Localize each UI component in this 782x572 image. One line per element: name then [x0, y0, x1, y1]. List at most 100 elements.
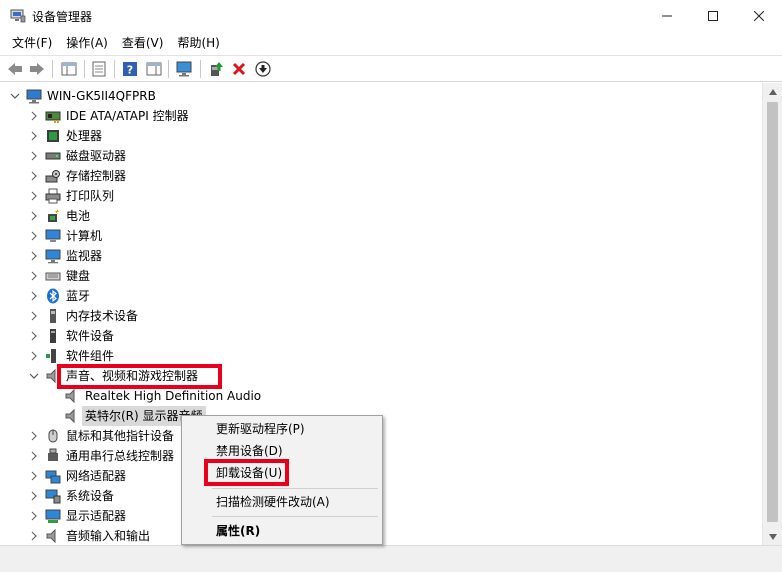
toolbar: ?: [0, 55, 782, 82]
update-driver-icon[interactable]: [205, 59, 227, 79]
enable-device-download-icon[interactable]: [252, 59, 274, 79]
chevron-right-icon[interactable]: [28, 250, 40, 262]
scroll-down-icon[interactable]: [763, 528, 782, 545]
tree-category-label: 软件设备: [66, 329, 115, 343]
tree-category[interactable]: 蓝牙: [0, 286, 760, 306]
chevron-right-icon[interactable]: [28, 530, 40, 542]
tree-category[interactable]: 磁盘驱动器: [0, 146, 760, 166]
tree-category[interactable]: 打印队列: [0, 186, 760, 206]
tree-category-label: 内存技术设备: [66, 309, 139, 323]
chevron-right-icon[interactable]: [28, 490, 40, 502]
update-driver-menu-item[interactable]: 更新驱动程序(P): [182, 419, 382, 440]
device-manager-app-icon: [10, 9, 26, 23]
forward-arrow-icon[interactable]: [26, 59, 48, 79]
usb-icon: [45, 448, 61, 464]
tree-category-label: 音频输入和输出: [66, 529, 151, 543]
chevron-right-icon[interactable]: [28, 110, 40, 122]
chevron-right-icon[interactable]: [28, 470, 40, 482]
menu-file[interactable]: 文件(F): [5, 32, 59, 54]
tree-device[interactable]: Realtek High Definition Audio: [0, 386, 760, 406]
help-icon[interactable]: ?: [119, 59, 141, 79]
chevron-right-icon[interactable]: [28, 310, 40, 322]
tree-category-label: 鼠标和其他指针设备: [66, 429, 175, 443]
tree-category[interactable]: 电池: [0, 206, 760, 226]
tree-category[interactable]: 监视器: [0, 246, 760, 266]
minimize-button[interactable]: [644, 0, 690, 32]
chevron-right-icon[interactable]: [28, 210, 40, 222]
tree-category-label: 处理器: [66, 129, 103, 143]
chevron-right-icon[interactable]: [28, 270, 40, 282]
disk-drive-icon: [45, 148, 61, 164]
software-device-icon: [45, 328, 61, 344]
tree-category-label: 网络适配器: [66, 469, 127, 483]
show-hide-console-tree-icon[interactable]: [58, 59, 80, 79]
chevron-right-icon[interactable]: [28, 130, 40, 142]
tree-category[interactable]: IDE ATA/ATAPI 控制器: [0, 106, 760, 126]
chevron-right-icon[interactable]: [28, 510, 40, 522]
chevron-down-icon[interactable]: [28, 370, 40, 382]
keyboard-icon: [45, 268, 61, 284]
title-bar: 设备管理器: [0, 0, 782, 32]
tree-category-label: 显示适配器: [66, 509, 127, 523]
storage-controller-icon: [45, 168, 61, 184]
chevron-right-icon[interactable]: [28, 330, 40, 342]
tree-category-label: 计算机: [66, 229, 103, 243]
status-bar: [0, 545, 782, 572]
mouse-icon: [45, 428, 61, 444]
close-button[interactable]: [736, 0, 782, 32]
chevron-right-icon[interactable]: [28, 430, 40, 442]
tree-category[interactable]: 软件组件: [0, 346, 760, 366]
chevron-right-icon[interactable]: [28, 170, 40, 182]
menu-view[interactable]: 查看(V): [115, 32, 171, 54]
vertical-scrollbar[interactable]: [762, 83, 782, 545]
system-device-icon: [45, 488, 61, 504]
properties-menu-item[interactable]: 属性(R): [182, 521, 382, 542]
tree-category[interactable]: 软件设备: [0, 326, 760, 346]
tree-root-label: WIN-GK5II4QFPRB: [47, 89, 156, 103]
chevron-right-icon[interactable]: [28, 150, 40, 162]
chevron-right-icon[interactable]: [28, 350, 40, 362]
chevron-down-icon[interactable]: [9, 90, 21, 102]
tree-category[interactable]: 存储控制器: [0, 166, 760, 186]
chevron-right-icon[interactable]: [28, 230, 40, 242]
svg-text:?: ?: [127, 64, 133, 77]
tree-category-label: 键盘: [66, 269, 91, 283]
tree-category[interactable]: 键盘: [0, 266, 760, 286]
network-adapter-icon: [45, 468, 61, 484]
tree-category-label: 打印队列: [66, 189, 115, 203]
tree-category[interactable]: 内存技术设备: [0, 306, 760, 326]
scan-hardware-monitor-icon[interactable]: [174, 59, 196, 79]
menu-help[interactable]: 帮助(H): [170, 32, 226, 54]
back-arrow-icon[interactable]: [4, 59, 26, 79]
display-adapter-icon: [45, 508, 61, 524]
battery-icon: [45, 208, 61, 224]
chevron-right-icon[interactable]: [28, 190, 40, 202]
tree-device-label: Realtek High Definition Audio: [85, 389, 262, 403]
speaker-icon: [64, 408, 80, 424]
tree-category-label: 系统设备: [66, 489, 115, 503]
uninstall-x-icon[interactable]: [228, 59, 250, 79]
scroll-thumb[interactable]: [767, 102, 778, 522]
tree-category-label: 电池: [66, 209, 91, 223]
chevron-right-icon[interactable]: [28, 450, 40, 462]
chevron-right-icon[interactable]: [28, 290, 40, 302]
menu-action[interactable]: 操作(A): [59, 32, 115, 54]
ide-controller-icon: [45, 108, 61, 124]
scroll-up-icon[interactable]: [763, 83, 782, 100]
tree-category[interactable]: 计算机: [0, 226, 760, 246]
tree-category-label: 软件组件: [66, 349, 115, 363]
tree-category[interactable]: 处理器: [0, 126, 760, 146]
maximize-button[interactable]: [690, 0, 736, 32]
highlight-box-uninstall: [204, 459, 289, 486]
properties-toolbar-icon[interactable]: [88, 59, 110, 79]
tree-category-label: 通用串行总线控制器: [66, 449, 175, 463]
computer-root-icon: [26, 88, 42, 104]
computer-icon: [45, 228, 61, 244]
tree-root[interactable]: WIN-GK5II4QFPRB: [0, 86, 760, 106]
bluetooth-icon: [45, 288, 61, 304]
tree-category-label: IDE ATA/ATAPI 控制器: [66, 109, 189, 123]
software-component-icon: [45, 348, 61, 364]
scan-hardware-menu-item[interactable]: 扫描检测硬件改动(A): [182, 492, 382, 513]
action-pane-icon[interactable]: [143, 59, 165, 79]
menu-bar: 文件(F) 操作(A) 查看(V) 帮助(H): [0, 32, 782, 54]
